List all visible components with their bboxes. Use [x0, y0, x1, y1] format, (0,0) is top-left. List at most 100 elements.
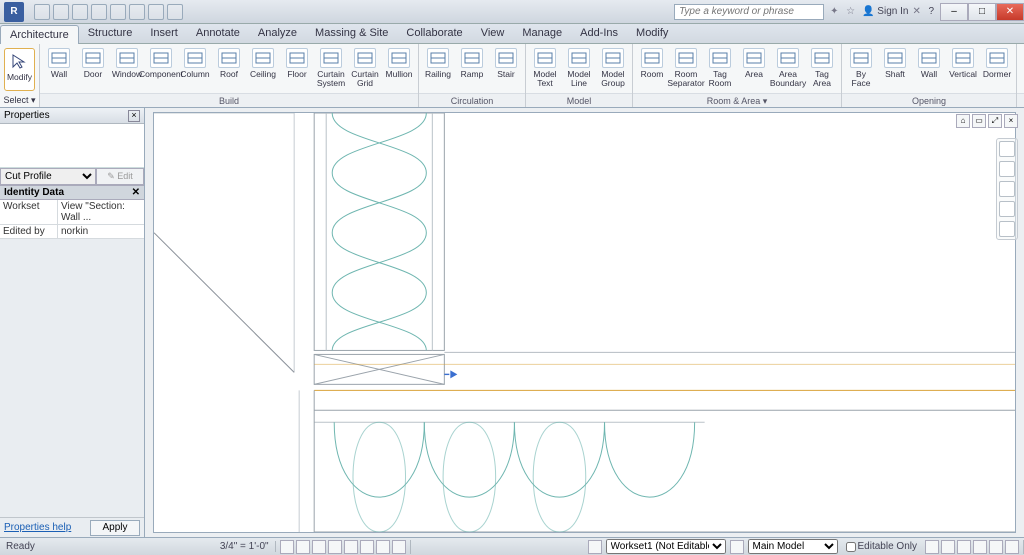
select-underlay-icon[interactable]: [941, 540, 955, 554]
drag-elements-icon[interactable]: [989, 540, 1003, 554]
tool-model-group[interactable]: Model Group: [596, 46, 630, 91]
view-scale[interactable]: 3/4" = 1'-0": [214, 541, 276, 552]
visual-style-icon[interactable]: [296, 540, 310, 554]
select-pinned-icon[interactable]: [957, 540, 971, 554]
active-workset-select[interactable]: Workset1 (Not Editable): [606, 539, 726, 554]
panel-label[interactable]: Build: [40, 93, 418, 107]
tool-ramp[interactable]: Ramp: [455, 46, 489, 91]
tool-vertical[interactable]: Vertical: [946, 46, 980, 91]
nav-extra-icon[interactable]: [999, 221, 1015, 237]
properties-help-link[interactable]: Properties help: [4, 522, 71, 533]
nav-orbit-icon[interactable]: [999, 201, 1015, 217]
editable-only-checkbox[interactable]: [846, 542, 856, 552]
qat-print-icon[interactable]: [110, 4, 126, 20]
app-icon[interactable]: R: [4, 2, 24, 22]
qat-undo-icon[interactable]: [72, 4, 88, 20]
property-value[interactable]: norkin: [58, 225, 144, 238]
tool-tag-area[interactable]: Tag Area: [805, 46, 839, 91]
modify-button[interactable]: Modify: [4, 48, 35, 91]
crop-icon[interactable]: [344, 540, 358, 554]
tool-wall[interactable]: Wall: [42, 46, 76, 91]
nav-zoom-icon[interactable]: [999, 181, 1015, 197]
tool-door[interactable]: Door: [76, 46, 110, 91]
panel-label[interactable]: Model: [526, 93, 632, 107]
tool-floor[interactable]: Floor: [280, 46, 314, 91]
tool-by-face[interactable]: By Face: [844, 46, 878, 91]
qat-more-icon[interactable]: [167, 4, 183, 20]
nav-pan-icon[interactable]: [999, 161, 1015, 177]
tool-dormer[interactable]: Dormer: [980, 46, 1014, 91]
tool-curtain-system[interactable]: Curtain System: [314, 46, 348, 91]
minimize-button[interactable]: –: [940, 3, 968, 21]
tool-roof[interactable]: Roof: [212, 46, 246, 91]
tool-model-text[interactable]: Model Text: [528, 46, 562, 91]
view-max-icon[interactable]: ⤢: [988, 114, 1002, 128]
tab-annotate[interactable]: Annotate: [187, 24, 249, 43]
tab-structure[interactable]: Structure: [79, 24, 142, 43]
shadows-icon[interactable]: [328, 540, 342, 554]
view-home-icon[interactable]: ⌂: [956, 114, 970, 128]
tool-room[interactable]: Room: [635, 46, 669, 91]
tab-collaborate[interactable]: Collaborate: [397, 24, 471, 43]
tool-curtain-grid[interactable]: Curtain Grid: [348, 46, 382, 91]
tool-level[interactable]: Level: [1019, 46, 1024, 91]
tab-manage[interactable]: Manage: [513, 24, 571, 43]
type-selector[interactable]: Cut Profile: [0, 168, 96, 185]
qat-redo-icon[interactable]: [91, 4, 107, 20]
qat-sync-icon[interactable]: [129, 4, 145, 20]
signin-link[interactable]: 👤 Sign In: [862, 6, 908, 17]
tab-analyze[interactable]: Analyze: [249, 24, 306, 43]
panel-label[interactable]: Datum: [1017, 93, 1024, 107]
select-face-icon[interactable]: [973, 540, 987, 554]
close-button[interactable]: ✕: [996, 3, 1024, 21]
tab-view[interactable]: View: [472, 24, 514, 43]
edit-type-button[interactable]: ✎ Edit Type: [96, 168, 144, 185]
tab-massing-site[interactable]: Massing & Site: [306, 24, 397, 43]
tool-mullion[interactable]: Mullion: [382, 46, 416, 91]
nav-wheel-icon[interactable]: [999, 141, 1015, 157]
crop-region-icon[interactable]: [360, 540, 374, 554]
properties-close-icon[interactable]: ×: [128, 110, 140, 122]
exchange-icon[interactable]: ✕: [912, 6, 924, 18]
editable-only-toggle[interactable]: Editable Only: [842, 541, 921, 552]
tab-modify[interactable]: Modify: [627, 24, 677, 43]
tab-add-ins[interactable]: Add-Ins: [571, 24, 627, 43]
view-cascade-icon[interactable]: ▭: [972, 114, 986, 128]
help-icon[interactable]: ?: [928, 6, 934, 17]
drawing-area[interactable]: ⌂ ▭ ⤢ ×: [145, 108, 1024, 537]
select-dropdown[interactable]: Select ▾: [0, 95, 39, 107]
search-input[interactable]: [674, 4, 824, 20]
sun-path-icon[interactable]: [312, 540, 326, 554]
view-close-icon[interactable]: ×: [1004, 114, 1018, 128]
tool-component[interactable]: Component: [144, 46, 178, 91]
tool-wall[interactable]: Wall: [912, 46, 946, 91]
workset-icon[interactable]: [588, 540, 602, 554]
tool-shaft[interactable]: Shaft: [878, 46, 912, 91]
tool-stair[interactable]: Stair: [489, 46, 523, 91]
canvas[interactable]: [153, 112, 1016, 533]
maximize-button[interactable]: □: [968, 3, 996, 21]
info-center-icon[interactable]: ✦: [830, 6, 842, 18]
reveal-icon[interactable]: [392, 540, 406, 554]
tab-insert[interactable]: Insert: [141, 24, 187, 43]
panel-label[interactable]: Opening: [842, 93, 1016, 107]
star-icon[interactable]: ☆: [846, 6, 858, 18]
tool-railing[interactable]: Railing: [421, 46, 455, 91]
tool-model-line[interactable]: Model Line: [562, 46, 596, 91]
design-option-select[interactable]: Main Model: [748, 539, 838, 554]
select-links-icon[interactable]: [925, 540, 939, 554]
tool-area[interactable]: Area: [737, 46, 771, 91]
property-value[interactable]: View "Section: Wall ...: [58, 200, 144, 224]
property-row[interactable]: Edited bynorkin: [0, 225, 144, 239]
identity-data-header[interactable]: Identity Data✕: [0, 185, 144, 200]
tool-room-separator[interactable]: Room Separator: [669, 46, 703, 91]
filter-icon[interactable]: [1005, 540, 1019, 554]
tool-column[interactable]: Column: [178, 46, 212, 91]
tool-ceiling[interactable]: Ceiling: [246, 46, 280, 91]
hide-isolate-icon[interactable]: [376, 540, 390, 554]
panel-label[interactable]: Room & Area ▾: [633, 93, 841, 107]
design-options-icon[interactable]: [730, 540, 744, 554]
panel-label[interactable]: Circulation: [419, 93, 525, 107]
tool-area-boundary[interactable]: Area Boundary: [771, 46, 805, 91]
qat-measure-icon[interactable]: [148, 4, 164, 20]
